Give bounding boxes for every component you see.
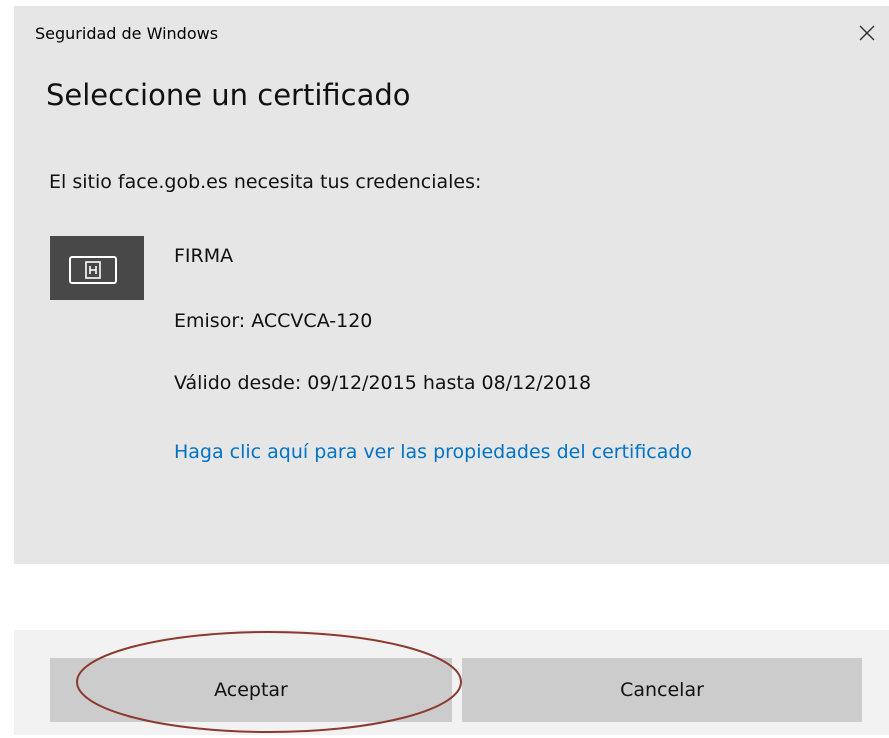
dialog-heading: Seleccione un certificado — [46, 78, 411, 112]
close-icon — [859, 25, 875, 41]
close-button[interactable] — [850, 16, 884, 50]
dialog-description: El sitio face.gob.es necesita tus creden… — [49, 171, 482, 193]
certificate-tile[interactable] — [50, 236, 144, 300]
certificate-name[interactable]: FIRMA — [174, 245, 233, 267]
accept-button[interactable]: Aceptar — [50, 658, 452, 722]
certificate-properties-link[interactable]: Haga clic aquí para ver las propiedades … — [174, 432, 814, 472]
chip-icon — [85, 261, 101, 279]
certificate-issuer: Emisor: ACCVCA-120 — [174, 310, 373, 332]
cancel-button[interactable]: Cancelar — [462, 658, 862, 722]
window-title: Seguridad de Windows — [35, 24, 219, 43]
certificate-validity: Válido desde: 09/12/2015 hasta 08/12/201… — [174, 372, 592, 394]
